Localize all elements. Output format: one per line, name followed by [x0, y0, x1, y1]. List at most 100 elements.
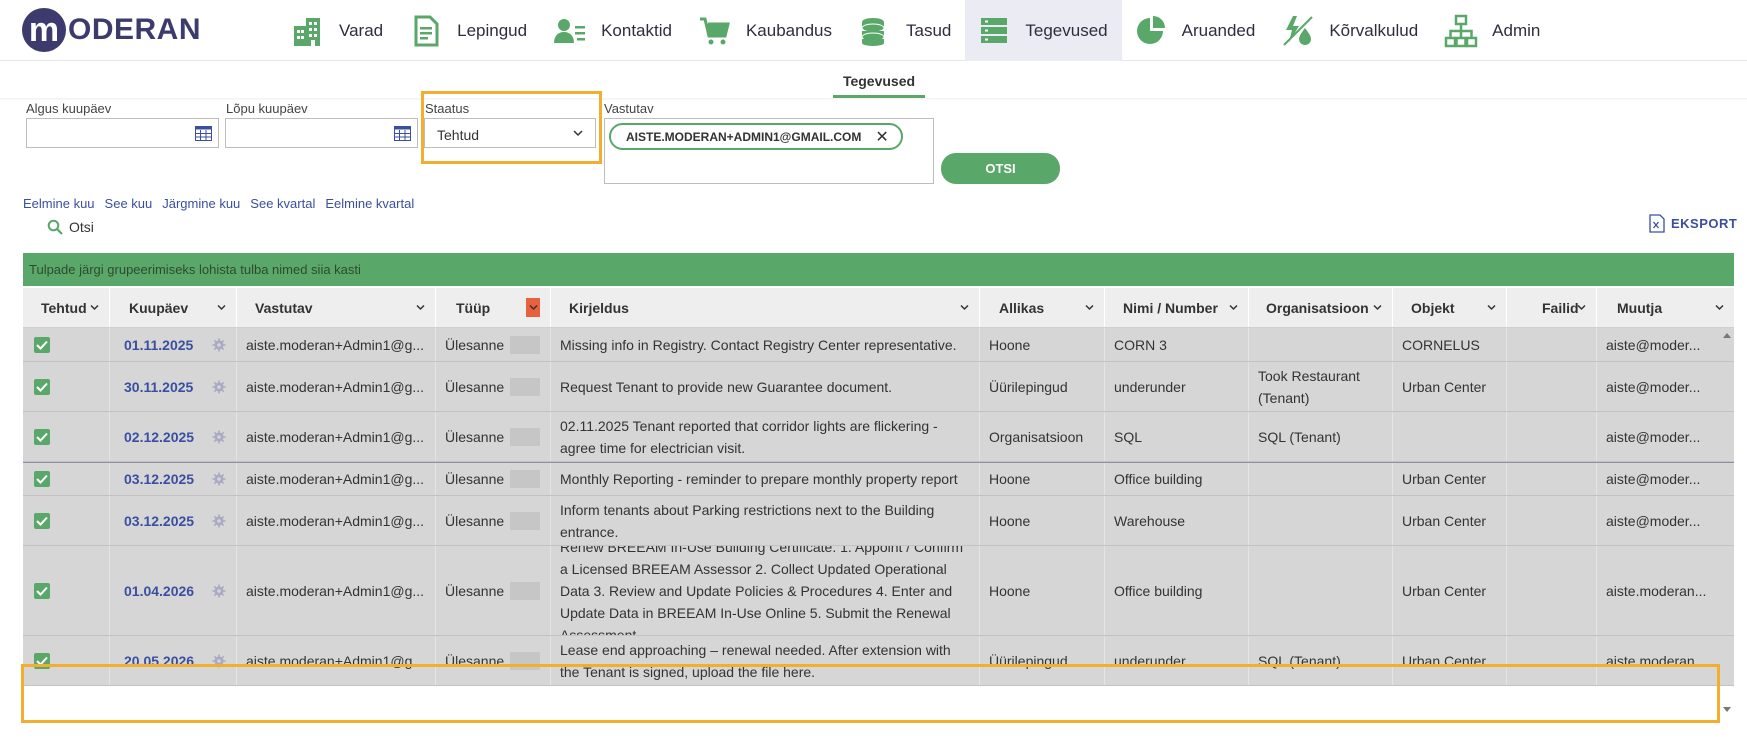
group-by-drop-area[interactable]: Tulpade järgi grupeerimiseks lohista tul… [23, 253, 1734, 286]
column-header-files[interactable]: Failid [1507, 288, 1597, 327]
organization-cell [1249, 546, 1393, 635]
nav-item-aruanded[interactable]: Aruanded [1122, 0, 1270, 61]
description-cell: Inform tenants about Parking restriction… [551, 496, 980, 545]
done-checkbox[interactable] [34, 336, 50, 353]
object-cell: Urban Center [1393, 362, 1507, 411]
gear-icon[interactable] [212, 514, 226, 528]
responsible-cell: aiste.moderan+Admin1@g... [237, 463, 436, 495]
done-checkbox[interactable] [34, 512, 50, 529]
export-button[interactable]: EKSPORT [1649, 214, 1737, 233]
modifier-text: aiste@moder... [1606, 512, 1701, 529]
modifier-cell: aiste@moder... [1597, 412, 1720, 461]
type-text: Ülesanne [445, 512, 505, 529]
column-header-name-number[interactable]: Nimi / Number [1105, 288, 1249, 327]
chevron-down-icon [1229, 304, 1238, 311]
column-header-done[interactable]: Tehtud [23, 288, 110, 327]
column-header-modifier[interactable]: Muutja [1597, 288, 1734, 327]
date-cell[interactable]: 01.04.2026 [110, 546, 237, 635]
table-row[interactable]: 30.11.2025 aiste.moderan+Admin1@g... Ülesa… [23, 362, 1734, 412]
calendar-icon[interactable] [394, 126, 411, 141]
excel-icon [1649, 214, 1665, 233]
calendar-icon[interactable] [195, 126, 212, 141]
gear-icon[interactable] [212, 584, 226, 598]
gear-icon[interactable] [212, 472, 226, 486]
object-cell: CORNELUS [1393, 328, 1507, 361]
organization-cell [1249, 463, 1393, 495]
done-cell[interactable] [23, 412, 110, 461]
column-title: Kirjeldus [569, 299, 629, 316]
done-cell[interactable] [23, 328, 110, 361]
link-previous-month[interactable]: Eelmine kuu [23, 196, 95, 211]
done-checkbox[interactable] [34, 471, 50, 487]
scroll-down-icon[interactable] [1722, 706, 1732, 714]
type-cell: Ülesanne [436, 328, 551, 361]
nav-label: Kaubandus [745, 20, 832, 40]
close-icon[interactable]: ✕ [875, 127, 888, 147]
date-link: 02.12.2025 [124, 428, 195, 445]
date-link: 03.12.2025 [124, 512, 195, 529]
column-header-source[interactable]: Allikas [980, 288, 1105, 327]
date-cell[interactable]: 30.11.2025 [110, 362, 237, 411]
type-text: Ülesanne [445, 428, 505, 445]
done-cell[interactable] [23, 546, 110, 635]
gear-icon[interactable] [212, 338, 226, 352]
column-header-type[interactable]: Tüüp [436, 288, 551, 327]
column-header-object[interactable]: Objekt [1393, 288, 1507, 327]
row-highlight [21, 664, 1720, 723]
column-header-description[interactable]: Kirjeldus [551, 288, 980, 327]
link-previous-quarter[interactable]: Eelmine kvartal [325, 196, 414, 211]
responsible-text: aiste.moderan+Admin1@g... [246, 336, 425, 353]
nav-item-admin[interactable]: Admin [1432, 0, 1554, 61]
chevron-down-icon [416, 304, 425, 311]
gear-icon[interactable] [212, 430, 226, 444]
column-header-organization[interactable]: Organisatsioon [1249, 288, 1393, 327]
nav-item-kaubandus[interactable]: Kaubandus [686, 0, 846, 61]
organization-cell [1249, 496, 1393, 545]
date-cell[interactable]: 03.12.2025 [110, 496, 237, 545]
table-row[interactable]: 02.12.2025 aiste.moderan+Admin1@g... Ülesa… [23, 412, 1734, 462]
scroll-up-icon[interactable] [1722, 331, 1732, 339]
moderan-logo[interactable]: m ODERAN [22, 8, 201, 52]
gear-icon[interactable] [212, 380, 226, 394]
responsible-multiselect[interactable]: AISTE.MODERAN+ADMIN1@GMAIL.COM ✕ [604, 118, 934, 184]
table-row[interactable]: 01.11.2025 aiste.moderan+Admin1@g... Ülesa… [23, 328, 1734, 362]
nav-item-varad[interactable]: Varad [279, 0, 397, 61]
end-date-input[interactable] [225, 118, 418, 148]
done-checkbox[interactable] [34, 428, 50, 445]
modifier-text: aiste@moder... [1606, 378, 1701, 395]
date-cell[interactable]: 02.12.2025 [110, 412, 237, 461]
date-cell[interactable]: 03.12.2025 [110, 463, 237, 495]
link-this-month[interactable]: See kuu [105, 196, 153, 211]
nav-item-korvalkulud[interactable]: Kõrvalkulud [1269, 0, 1432, 61]
start-date-input[interactable] [26, 118, 219, 148]
tab-tegevused[interactable]: Tegevused [833, 68, 925, 98]
done-checkbox[interactable] [34, 378, 50, 395]
main-menu: Varad Lepingud Kontaktid Kaubandus Tasud… [279, 0, 1554, 61]
done-cell[interactable] [23, 496, 110, 545]
search-link[interactable]: Otsi [47, 219, 94, 235]
link-next-month[interactable]: Järgmine kuu [162, 196, 240, 211]
nav-item-lepingud[interactable]: Lepingud [397, 0, 541, 61]
source-cell: Hoone [980, 496, 1105, 545]
nav-item-tasud[interactable]: Tasud [846, 0, 965, 61]
source-text: Hoone [989, 582, 1031, 599]
table-row[interactable]: 03.12.2025 aiste.moderan+Admin1@g... Ülesa… [23, 496, 1734, 546]
table-row[interactable]: 01.04.2026 aiste.moderan+Admin1@g... Ülesa… [23, 546, 1734, 636]
quick-period-links: Eelmine kuu See kuu Järgmine kuu See kva… [23, 196, 424, 211]
column-header-date[interactable]: Kuupäev [110, 288, 237, 327]
table-row[interactable]: 03.12.2025 aiste.moderan+Admin1@g... Ülesa… [23, 462, 1734, 496]
nav-item-tegevused[interactable]: Tegevused [965, 0, 1122, 61]
nav-item-kontaktid[interactable]: Kontaktid [541, 0, 686, 61]
done-checkbox[interactable] [34, 582, 50, 599]
date-link: 01.11.2025 [124, 336, 194, 353]
link-this-quarter[interactable]: See kvartal [250, 196, 315, 211]
done-cell[interactable] [23, 463, 110, 495]
date-link: 30.11.2025 [124, 378, 194, 395]
date-cell[interactable]: 01.11.2025 [110, 328, 237, 361]
column-header-responsible[interactable]: Vastutav [237, 288, 436, 327]
search-button[interactable]: OTSI [941, 153, 1060, 184]
grid-body: 01.11.2025 aiste.moderan+Admin1@g... Ülesa… [23, 328, 1734, 686]
filter-active-icon[interactable] [526, 298, 540, 317]
done-cell[interactable] [23, 362, 110, 411]
logo-text: ODERAN [68, 13, 202, 46]
